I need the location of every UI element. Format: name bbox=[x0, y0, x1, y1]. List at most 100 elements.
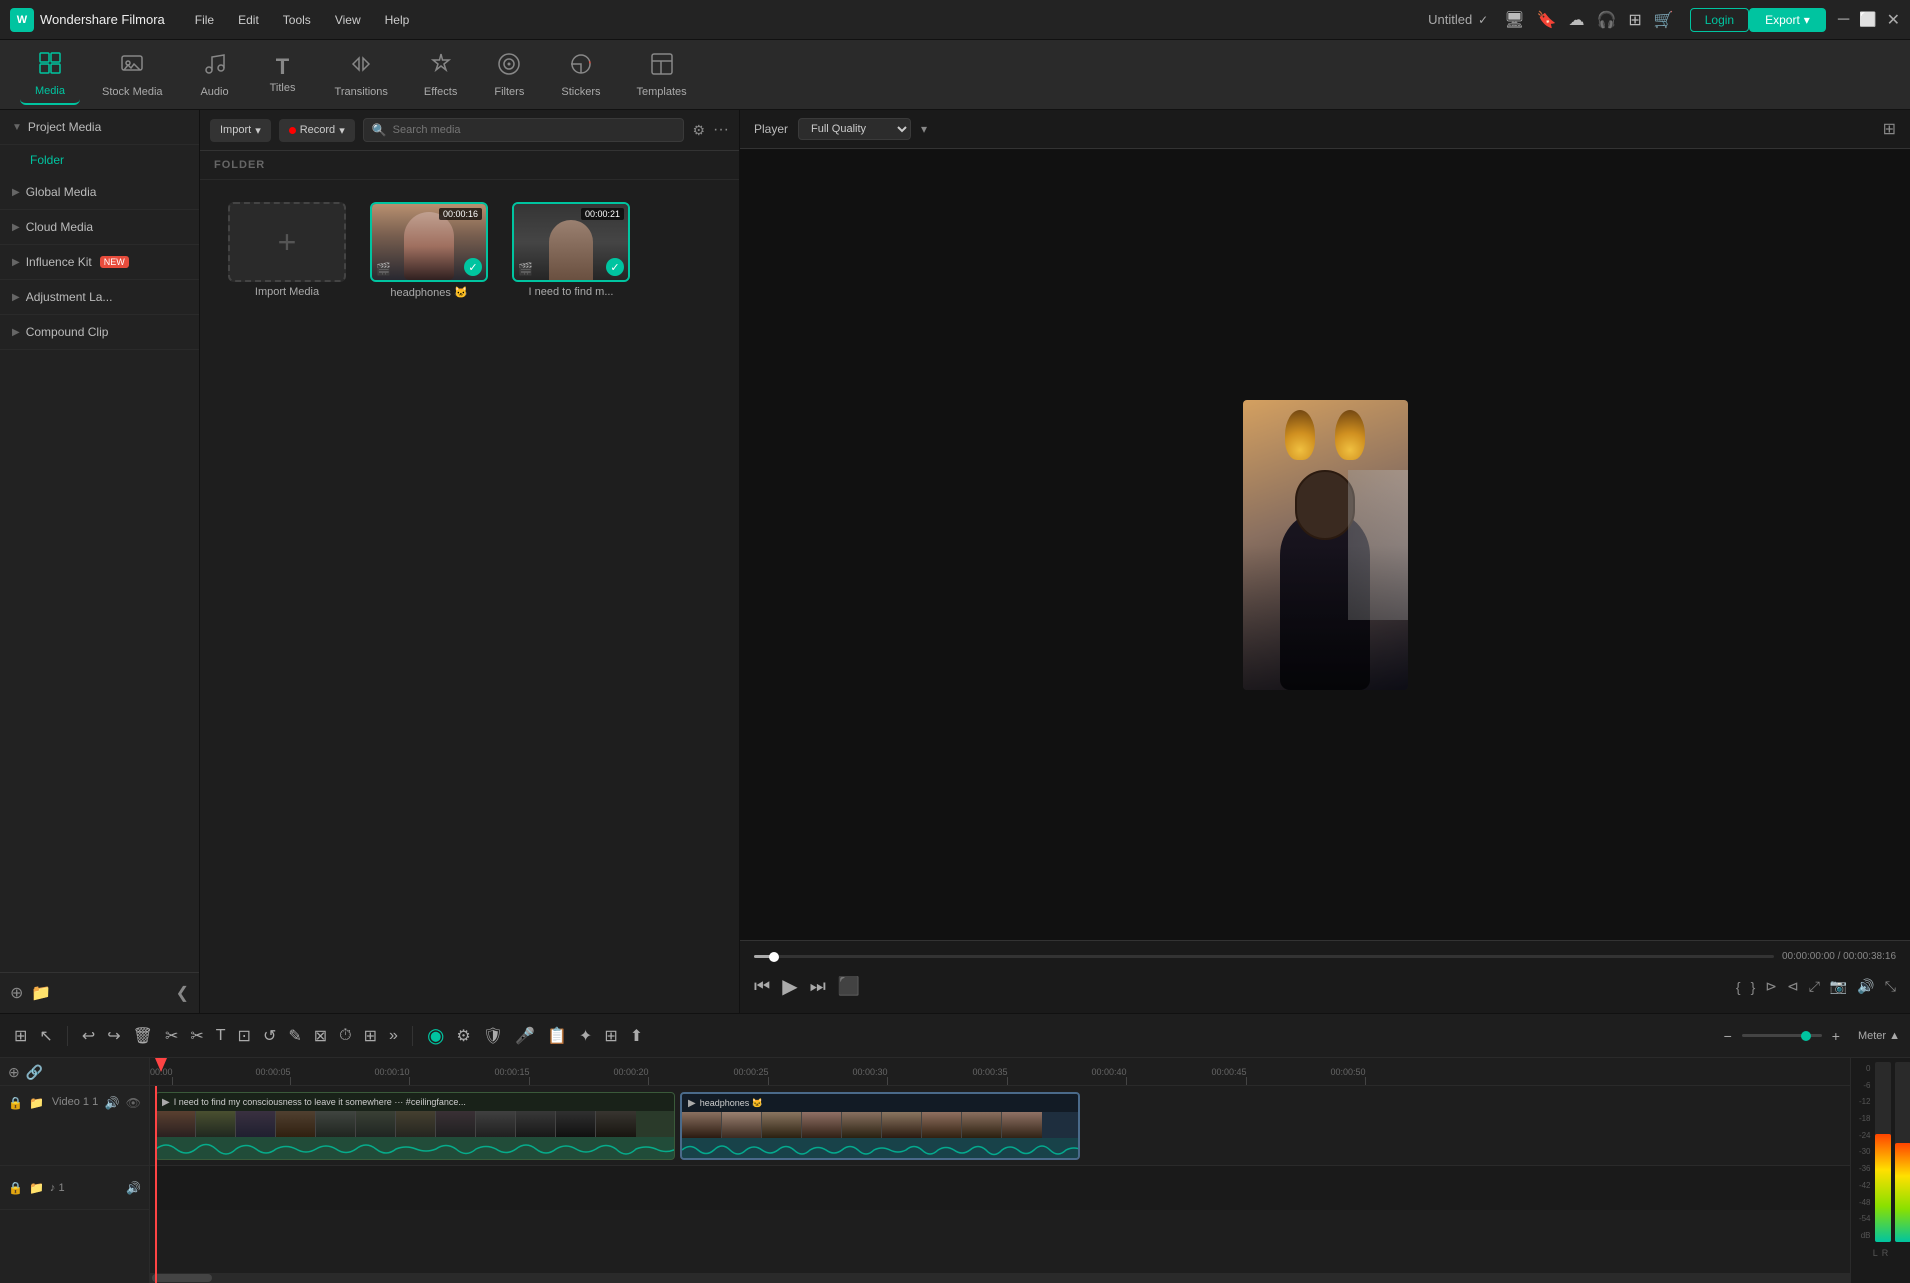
link-button[interactable]: 🔗 bbox=[26, 1064, 43, 1081]
sidebar-collapse-button[interactable]: ❮ bbox=[176, 983, 189, 1003]
edit-button[interactable]: ✎ bbox=[284, 1022, 305, 1050]
rewind-button[interactable]: ⏮ bbox=[754, 976, 770, 997]
cart-icon[interactable]: 🛒 bbox=[1654, 10, 1674, 30]
track-eye-icon[interactable]: 👁 bbox=[126, 1096, 141, 1110]
toolbar-titles[interactable]: T Titles bbox=[253, 50, 313, 100]
crop-tool[interactable]: ⊡ bbox=[234, 1022, 255, 1050]
media-thumb-find[interactable]: 00:00:21 🎬 ✓ bbox=[512, 202, 630, 282]
toolbar-filters[interactable]: Filters bbox=[479, 46, 539, 104]
audio-track-folder-icon[interactable]: 📁 bbox=[29, 1181, 44, 1195]
fullscreen-icon[interactable]: ⤢ bbox=[1809, 978, 1820, 995]
mark-in-icon[interactable]: { bbox=[1736, 979, 1741, 995]
forward-button[interactable]: ⏭ bbox=[810, 976, 826, 997]
track-lock-icon[interactable]: 🔒 bbox=[8, 1096, 23, 1110]
menu-edit[interactable]: Edit bbox=[228, 9, 269, 31]
import-media-item[interactable]: + Import Media bbox=[222, 202, 352, 991]
bookmark-icon[interactable]: 🔖 bbox=[1537, 10, 1557, 30]
mark-out-icon[interactable]: } bbox=[1751, 979, 1756, 995]
audio-icon[interactable]: ⤡ bbox=[1885, 978, 1896, 995]
maximize-button[interactable]: ⬜ bbox=[1859, 11, 1876, 28]
menu-help[interactable]: Help bbox=[375, 9, 420, 31]
sidebar-item-project-media[interactable]: ▼ Project Media bbox=[0, 110, 199, 145]
mic-button[interactable]: 🎤 bbox=[511, 1022, 539, 1050]
grid-icon[interactable]: ⊞ bbox=[1628, 10, 1641, 30]
sidebar-item-cloud-media[interactable]: ▶ Cloud Media bbox=[0, 210, 199, 245]
toolbar-media[interactable]: Media bbox=[20, 45, 80, 105]
sidebar-item-adjustment-layer[interactable]: ▶ Adjustment La... bbox=[0, 280, 199, 315]
toolbar-audio[interactable]: Audio bbox=[185, 46, 245, 104]
shield-button[interactable]: 🛡 bbox=[479, 1022, 507, 1050]
close-button[interactable]: ✕ bbox=[1887, 10, 1900, 30]
search-input[interactable] bbox=[393, 124, 676, 136]
ai-color-button[interactable]: ◉ bbox=[423, 1019, 448, 1052]
stop-button[interactable]: ⬛ bbox=[838, 976, 860, 997]
audio-track-mute-icon[interactable]: 🔊 bbox=[126, 1181, 141, 1195]
monitor-icon[interactable]: 🖥 bbox=[1504, 10, 1524, 30]
more-options-icon[interactable]: ··· bbox=[713, 121, 729, 139]
group-button[interactable]: ⊞ bbox=[600, 1022, 621, 1050]
menu-view[interactable]: View bbox=[325, 9, 371, 31]
sidebar-folder[interactable]: Folder bbox=[0, 145, 199, 175]
expand-icon[interactable]: ⊞ bbox=[1883, 119, 1896, 139]
scrollbar-thumb[interactable] bbox=[152, 1274, 212, 1282]
clip-right-icon[interactable]: ⊲ bbox=[1787, 978, 1799, 995]
sidebar-item-global-media[interactable]: ▶ Global Media bbox=[0, 175, 199, 210]
progress-bar[interactable] bbox=[754, 955, 1774, 958]
sparkle-button[interactable]: ✦ bbox=[575, 1022, 596, 1050]
sidebar-add-button[interactable]: ⊕ bbox=[10, 983, 23, 1003]
media-item-find[interactable]: 00:00:21 🎬 ✓ I need to find m... bbox=[506, 202, 636, 991]
sidebar-item-influence-kit[interactable]: ▶ Influence Kit NEW bbox=[0, 245, 199, 280]
toolbar-effects[interactable]: Effects bbox=[410, 46, 471, 104]
headset-icon[interactable]: 🎧 bbox=[1596, 10, 1616, 30]
delete-button[interactable]: 🗑 bbox=[129, 1022, 157, 1050]
cut-button[interactable]: ✂ bbox=[161, 1022, 182, 1050]
media-thumb-headphones[interactable]: 00:00:16 🎬 ✓ bbox=[370, 202, 488, 282]
color-match-button[interactable]: ⚙ bbox=[452, 1022, 474, 1050]
more-tools-button[interactable]: » bbox=[385, 1023, 402, 1049]
volume-icon[interactable]: 🔊 bbox=[1857, 978, 1874, 995]
meter-label[interactable]: Meter ▲ bbox=[1858, 1030, 1900, 1042]
select-tool[interactable]: ↖ bbox=[35, 1022, 56, 1050]
media-item-headphones[interactable]: 00:00:16 🎬 ✓ headphones 🐱 bbox=[364, 202, 494, 991]
track-folder-icon[interactable]: 📁 bbox=[29, 1096, 44, 1110]
text-button[interactable]: T bbox=[212, 1023, 230, 1049]
record-button[interactable]: Record ▾ bbox=[279, 119, 355, 142]
rotate-button[interactable]: ↺ bbox=[259, 1022, 280, 1050]
scene-cut-button[interactable]: ⊞ bbox=[10, 1022, 31, 1050]
import-media-box[interactable]: + bbox=[228, 202, 346, 282]
toolbar-stock-media[interactable]: Stock Media bbox=[88, 46, 177, 104]
clip-left-icon[interactable]: ⊳ bbox=[1765, 978, 1777, 995]
clip1[interactable]: ▶ I need to find my consciousness to lea… bbox=[155, 1092, 675, 1160]
track-mute-icon[interactable]: 🔊 bbox=[105, 1096, 120, 1110]
export-button[interactable]: Export ▾ bbox=[1749, 8, 1826, 32]
play-button[interactable]: ▶ bbox=[782, 974, 797, 999]
toolbar-stickers[interactable]: Stickers bbox=[547, 46, 614, 104]
sidebar-item-compound-clip[interactable]: ▶ Compound Clip bbox=[0, 315, 199, 350]
zoom-in-button[interactable]: + bbox=[1828, 1024, 1844, 1048]
export-clip-button[interactable]: ⬆ bbox=[626, 1022, 647, 1050]
sidebar-folder-button[interactable]: 📁 bbox=[31, 983, 51, 1003]
expand-button[interactable]: ⊞ bbox=[360, 1022, 381, 1050]
screenshot-icon[interactable]: 📷 bbox=[1830, 978, 1847, 995]
login-button[interactable]: Login bbox=[1690, 8, 1749, 32]
redo-button[interactable]: ↪ bbox=[103, 1022, 124, 1050]
audio-track-lock-icon[interactable]: 🔒 bbox=[8, 1181, 23, 1195]
zoom-out-button[interactable]: − bbox=[1720, 1024, 1736, 1048]
filter-icon[interactable]: ⚙ bbox=[692, 122, 705, 139]
undo-button[interactable]: ↩ bbox=[78, 1022, 99, 1050]
quality-select[interactable]: Full QualityHalf QualityQuarter Quality bbox=[798, 118, 911, 140]
timer-button[interactable]: ⏱ bbox=[335, 1023, 355, 1049]
clip2[interactable]: ▶ headphones 🐱 bbox=[680, 1092, 1080, 1160]
minimize-button[interactable]: ─ bbox=[1838, 11, 1849, 29]
zoom-slider[interactable] bbox=[1742, 1034, 1822, 1037]
transform-button[interactable]: ⊠ bbox=[310, 1022, 331, 1050]
cloud-icon[interactable]: ☁ bbox=[1568, 10, 1584, 30]
toolbar-templates[interactable]: Templates bbox=[622, 46, 700, 104]
horizontal-scrollbar[interactable] bbox=[150, 1273, 1850, 1283]
list-button[interactable]: 📋 bbox=[543, 1022, 571, 1050]
crop-button[interactable]: ✂ bbox=[186, 1022, 207, 1050]
menu-file[interactable]: File bbox=[185, 9, 224, 31]
import-button[interactable]: Import ▾ bbox=[210, 119, 271, 142]
menu-tools[interactable]: Tools bbox=[273, 9, 321, 31]
add-track-button[interactable]: ⊕ bbox=[8, 1064, 20, 1081]
